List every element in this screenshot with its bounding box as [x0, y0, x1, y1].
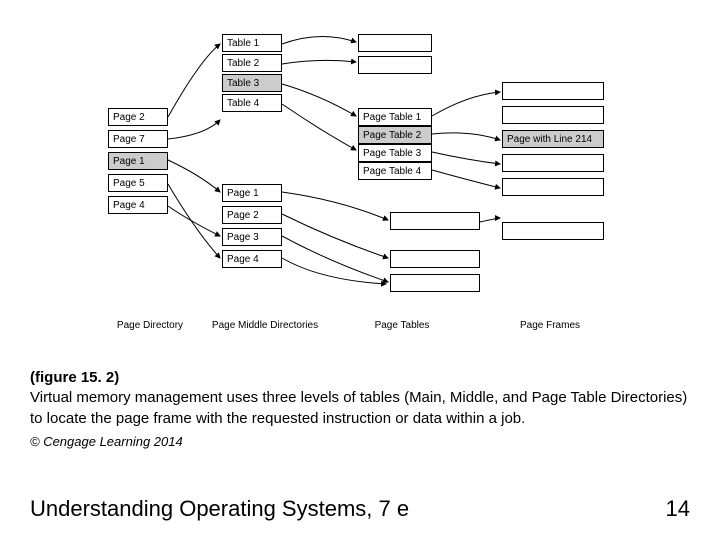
pt-row: Page Table 4 [358, 162, 432, 180]
caption-text: Virtual memory management uses three lev… [30, 389, 687, 426]
pt-row: Page Table 1 [358, 108, 432, 126]
vm-diagram: Page 2 Page 7 Page 1 Page 5 Page 4 Table… [0, 0, 720, 340]
frame-box [502, 154, 604, 172]
label-middle: Page Middle Directories [205, 320, 325, 331]
frame-box [502, 178, 604, 196]
copyright: © Cengage Learning 2014 [30, 433, 690, 451]
middle-a: Table 1 Table 2 Table 3 Table 4 [222, 34, 282, 112]
book-title: Understanding Operating Systems, 7 e [30, 496, 409, 522]
page-number: 14 [666, 496, 690, 522]
pt-row: Page Table 3 [358, 144, 432, 162]
figure-number: (figure 15. 2) [30, 369, 119, 386]
page-frames: Page with Line 214 [502, 82, 604, 240]
dir-row: Page 1 [108, 152, 168, 170]
mid-row: Table 4 [222, 94, 282, 112]
frame-empty-lower [390, 212, 480, 292]
mid-row: Table 3 [222, 74, 282, 92]
frame-box [502, 222, 604, 240]
empty-box [358, 34, 432, 52]
dir-row: Page 5 [108, 174, 168, 192]
label-directory: Page Directory [100, 320, 200, 331]
frame-target: Page with Line 214 [502, 130, 604, 148]
pt-row: Page Table 2 [358, 126, 432, 144]
mid-row: Page 3 [222, 228, 282, 246]
empty-box [390, 274, 480, 292]
page-directory: Page 2 Page 7 Page 1 Page 5 Page 4 [108, 108, 168, 214]
mid-row: Table 2 [222, 54, 282, 72]
dir-row: Page 2 [108, 108, 168, 126]
frame-box [502, 106, 604, 124]
label-frames: Page Frames [500, 320, 600, 331]
caption: (figure 15. 2) Virtual memory management… [30, 368, 690, 450]
frame-empty [358, 34, 432, 74]
empty-box [390, 212, 480, 230]
mid-row: Page 1 [222, 184, 282, 202]
page-tables: Page Table 1 Page Table 2 Page Table 3 P… [358, 108, 432, 180]
dir-row: Page 7 [108, 130, 168, 148]
empty-box [390, 250, 480, 268]
mid-row: Page 2 [222, 206, 282, 224]
mid-row: Table 1 [222, 34, 282, 52]
empty-box [358, 56, 432, 74]
middle-b: Page 1 Page 2 Page 3 Page 4 [222, 184, 282, 268]
mid-row: Page 4 [222, 250, 282, 268]
dir-row: Page 4 [108, 196, 168, 214]
frame-box [502, 82, 604, 100]
label-pagetables: Page Tables [352, 320, 452, 331]
